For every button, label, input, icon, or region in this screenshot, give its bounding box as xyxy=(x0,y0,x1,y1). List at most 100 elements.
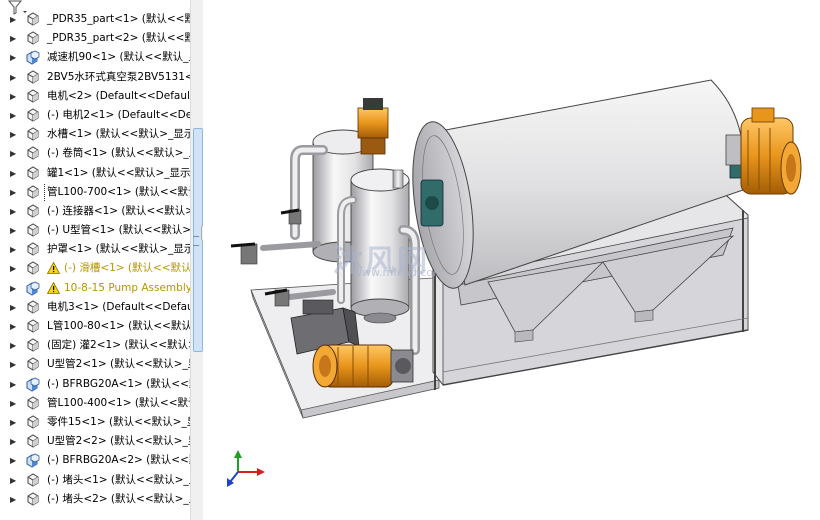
expand-arrow-icon[interactable]: ▶ xyxy=(10,432,18,451)
expand-arrow-icon[interactable]: ▶ xyxy=(10,375,18,394)
part-icon xyxy=(25,165,41,181)
tree-scrollbar[interactable] xyxy=(190,0,203,520)
tree-item[interactable]: ▶ (-) 滑槽<1> (默认<<默认 xyxy=(0,259,190,278)
tree-item[interactable]: ▶ 电机<2> (Default<<Default> xyxy=(0,87,190,106)
pump-motor xyxy=(312,344,414,388)
part-icon xyxy=(25,319,41,334)
warning-icon xyxy=(46,262,61,278)
machine-model xyxy=(227,79,802,487)
expand-arrow-icon[interactable]: ▶ xyxy=(10,413,18,432)
warning-icon xyxy=(46,281,61,298)
part-icon xyxy=(25,242,41,257)
tree-item-label: 护罩<1> (默认<<默认>_显示 xyxy=(47,243,190,256)
tree-item-label: (-) BFRBG20A<1> (默认<<默 xyxy=(47,377,190,390)
tree-item[interactable]: ▶ 水槽<1> (默认<<默认>_显示 xyxy=(0,125,190,144)
expand-arrow-icon[interactable]: ▶ xyxy=(10,259,18,278)
expand-arrow-icon[interactable]: ▶ xyxy=(10,471,18,490)
expand-arrow-icon[interactable]: ▶ xyxy=(10,10,18,29)
expand-arrow-icon[interactable]: ▶ xyxy=(10,144,18,163)
expand-arrow-icon[interactable]: ▶ xyxy=(10,317,18,336)
part-icon xyxy=(25,396,41,411)
part-icon xyxy=(25,338,41,353)
part-icon xyxy=(25,31,41,46)
expand-arrow-icon[interactable]: ▶ xyxy=(10,87,18,106)
tree-item[interactable]: ▶ U型管2<1> (默认<<默认>_显 xyxy=(0,355,190,374)
part-icon xyxy=(25,415,41,430)
tree-item[interactable]: ▶ 罐1<1> (默认<<默认>_显示状 xyxy=(0,164,190,183)
tree-item-label: U型管2<2> (默认<<默认>_显 xyxy=(47,435,190,448)
tree-item[interactable]: ▶ (-) BFRBG20A<1> (默认<<默 xyxy=(0,375,190,394)
tree-item-label: 零件15<1> (默认<<默认>_显 xyxy=(47,415,190,428)
tree-item-label: (-) 滑槽<1> (默认<<默认 xyxy=(64,262,190,275)
part-icon xyxy=(25,127,41,142)
tree-item[interactable]: ▶ (-) 卷筒<1> (默认<<默认>_显 xyxy=(0,144,190,163)
part-icon xyxy=(25,204,41,219)
tree-item[interactable]: ▶ (-) BFRBG20A<2> (默认<<默认 xyxy=(0,451,190,470)
tree-item-label: 管L100-700<1> (默认<<默认 xyxy=(44,182,190,202)
tree-item-label: 水槽<1> (默认<<默认>_显示 xyxy=(47,128,190,141)
tree-item[interactable]: ▶ L管100-80<1> (默认<<默认> xyxy=(0,317,190,336)
tree-item-label: (-) U型管<1> (默认<<默认>_ xyxy=(47,224,190,237)
expand-arrow-icon[interactable]: ▶ xyxy=(10,355,18,374)
scrollbar-grip-icon xyxy=(193,236,199,246)
expand-arrow-icon[interactable]: ▶ xyxy=(10,298,18,317)
expand-arrow-icon[interactable]: ▶ xyxy=(10,106,18,125)
tree-item[interactable]: ▶ (-) 电机2<1> (Default<<Def xyxy=(0,106,190,125)
expand-arrow-icon[interactable]: ▶ xyxy=(10,29,18,48)
part-icon xyxy=(25,300,41,315)
tree-item-label: 电机<2> (Default<<Default> xyxy=(47,89,190,102)
tree-item[interactable]: ▶ (-) 堵头<2> (默认<<默认>_显 xyxy=(0,490,190,509)
tree-item-label: 电机3<1> (Default<<Default xyxy=(47,300,190,313)
tree-item-label: (固定) 灌2<1> (默认<<默认> xyxy=(47,339,190,352)
tree-item[interactable]: ▶ (固定) 灌2<1> (默认<<默认> xyxy=(0,336,190,355)
view-triad xyxy=(227,450,265,487)
tree-item[interactable]: ▶ 减速机90<1> (默认<<默认_显示 xyxy=(0,48,190,67)
expand-arrow-icon[interactable]: ▶ xyxy=(10,240,18,259)
expand-arrow-icon[interactable]: ▶ xyxy=(10,336,18,355)
expand-arrow-icon[interactable]: ▶ xyxy=(10,125,18,144)
tree-item-label: (-) BFRBG20A<2> (默认<<默认 xyxy=(47,454,190,467)
tree-item[interactable]: ▶ 零件15<1> (默认<<默认>_显 xyxy=(0,413,190,432)
assembly-icon xyxy=(25,281,41,296)
tree-item-label: (-) 卷筒<1> (默认<<默认>_显 xyxy=(47,147,190,160)
tree-item-label: 罐1<1> (默认<<默认>_显示状 xyxy=(47,166,190,179)
tree-item[interactable]: ▶ 护罩<1> (默认<<默认>_显示 xyxy=(0,240,190,259)
expand-arrow-icon[interactable]: ▶ xyxy=(10,221,18,240)
tree-item-label: 减速机90<1> (默认<<默认_显示 xyxy=(47,51,190,64)
graphics-viewport[interactable]: 沐风网 www.mfcad.com xyxy=(203,0,820,520)
tree-item[interactable]: ▶ (-) U型管<1> (默认<<默认>_ xyxy=(0,221,190,240)
tree-item[interactable]: ▶ (-) 堵头<1> (默认<<默认>_显 xyxy=(0,471,190,490)
tree-item[interactable]: ▶ 2BV5水环式真空泵2BV5131< xyxy=(0,68,190,87)
expand-arrow-icon[interactable]: ▶ xyxy=(10,451,18,470)
expand-arrow-icon[interactable]: ▶ xyxy=(10,164,18,183)
part-icon xyxy=(25,472,41,488)
component-list: ▶ _PDR35_part<1> (默认<<默认 ▶ _PDR35_part<2> (… xyxy=(0,10,190,509)
expand-arrow-icon[interactable]: ▶ xyxy=(10,202,18,221)
tree-item-label: 2BV5水环式真空泵2BV5131< xyxy=(47,70,190,83)
tree-item[interactable]: ▶ _PDR35_part<2> (默认<<默认 xyxy=(0,29,190,48)
tree-item[interactable]: ▶ 管L100-400<1> (默认<<默认 xyxy=(0,394,190,413)
part-icon xyxy=(25,492,41,507)
expand-arrow-icon[interactable]: ▶ xyxy=(10,48,18,67)
part-icon xyxy=(25,261,41,276)
tree-item[interactable]: ▶ 10-8-15 Pump Assembly xyxy=(0,279,190,298)
expand-arrow-icon[interactable]: ▶ xyxy=(10,279,18,298)
tree-item[interactable]: ▶ 管L100-700<1> (默认<<默认 xyxy=(0,182,190,202)
tree-item[interactable]: ▶ _PDR35_part<1> (默认<<默认 xyxy=(0,10,190,29)
assembly-icon xyxy=(25,453,41,468)
part-icon xyxy=(25,146,41,161)
expand-arrow-icon[interactable]: ▶ xyxy=(10,68,18,87)
tree-item[interactable]: ▶ 电机3<1> (Default<<Default xyxy=(0,298,190,317)
tree-item-label: _PDR35_part<2> (默认<<默认 xyxy=(47,32,190,45)
watermark-url: www.mfcad.com xyxy=(353,266,444,279)
expand-arrow-icon[interactable]: ▶ xyxy=(10,490,18,509)
tree-item-label: 管L100-400<1> (默认<<默认 xyxy=(47,396,190,409)
expand-arrow-icon[interactable]: ▶ xyxy=(10,394,18,413)
tree-item[interactable]: ▶ U型管2<2> (默认<<默认>_显 xyxy=(0,432,190,451)
expand-arrow-icon[interactable]: ▶ xyxy=(10,183,18,202)
tree-item-label: (-) 电机2<1> (Default<<Def xyxy=(47,108,190,121)
part-icon xyxy=(25,69,41,85)
tree-item[interactable]: ▶ (-) 连接器<1> (默认<<默认>_ xyxy=(0,202,190,221)
tree-item-label: (-) 堵头<2> (默认<<默认>_显 xyxy=(47,492,190,505)
part-icon xyxy=(25,89,41,104)
